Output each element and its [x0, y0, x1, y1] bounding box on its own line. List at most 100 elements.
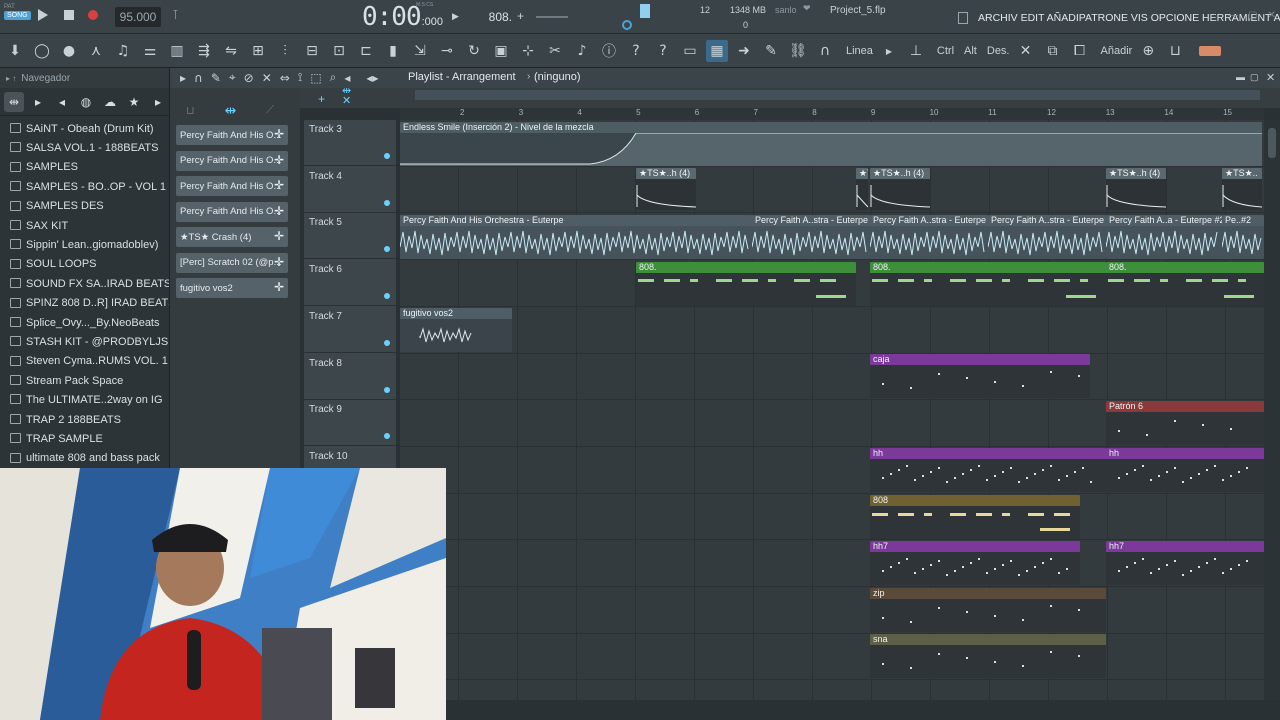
mute-tool-icon[interactable]: ✕: [262, 71, 272, 85]
playlist-clip[interactable]: 808.: [636, 262, 856, 306]
alt-key-label[interactable]: Alt: [964, 45, 977, 57]
slice-tool-icon[interactable]: ⟟: [298, 70, 302, 85]
undo-label[interactable]: Des.: [987, 45, 1010, 57]
browser-arrow-icon[interactable]: ▸ ↑: [6, 74, 16, 83]
tool-icon-14[interactable]: ⊸: [436, 40, 458, 62]
help-icon[interactable]: ?: [625, 40, 647, 62]
playlist-clip[interactable]: Percy Faith A..a - Euterpe #2: [1106, 215, 1222, 259]
track-mute-led[interactable]: [384, 153, 390, 159]
browser-cloud-icon[interactable]: ☁: [100, 92, 120, 112]
playlist-clip[interactable]: ★TS★..h (4): [1106, 168, 1166, 210]
plugin-icon[interactable]: ⊕: [1137, 40, 1159, 62]
multi-select-icon[interactable]: ⇹: [342, 84, 351, 97]
browser-star-icon[interactable]: ★: [124, 92, 144, 112]
browser-folder-item[interactable]: TRAP SAMPLE: [0, 429, 169, 448]
playlist-minimize-button[interactable]: ▬: [1236, 72, 1245, 82]
track-header[interactable]: Track 4: [304, 167, 396, 213]
tool-icon-11[interactable]: ⊏: [355, 40, 377, 62]
picker-item[interactable]: [Perc] Scratch 02 (@p... ✛: [176, 252, 288, 273]
tool-icon-4[interactable]: ▥: [166, 40, 188, 62]
select-tool-icon[interactable]: ⬚: [310, 71, 321, 85]
track-mute-led[interactable]: [384, 433, 390, 440]
delete-tool-icon[interactable]: ⊘: [244, 71, 254, 85]
browser-folder-item[interactable]: SAMPLES: [0, 158, 169, 177]
ctrl-key-label[interactable]: Ctrl: [937, 45, 954, 57]
song-overview-bar[interactable]: [415, 90, 1260, 100]
tool-icon-16[interactable]: ⊹: [517, 40, 539, 62]
picker-tool-2-icon[interactable]: ⇹: [225, 102, 237, 119]
track-mute-led[interactable]: [384, 293, 390, 300]
info-icon[interactable]: ⓘ: [598, 40, 620, 62]
playlist-clip[interactable]: 808: [870, 495, 1080, 539]
question-icon[interactable]: ?: [652, 40, 674, 62]
playlist-clip[interactable]: caja: [870, 354, 1090, 398]
tool-icon-13[interactable]: ⇲: [409, 40, 431, 62]
stop-button[interactable]: [64, 10, 74, 20]
picker-add-icon[interactable]: ✛: [274, 178, 284, 192]
restore-button[interactable]: ▢: [1248, 10, 1257, 21]
browser-folder-item[interactable]: Splice_Ovy..._By.NeoBeats: [0, 313, 169, 332]
track-header[interactable]: Track 6: [304, 260, 396, 307]
pattern-selector[interactable]: 808.: [464, 7, 516, 27]
picker-add-icon[interactable]: ✛: [274, 229, 284, 243]
playlist-close-button[interactable]: ✕: [1266, 71, 1275, 84]
tool-icon-12[interactable]: ▮: [382, 40, 404, 62]
playlist-selection[interactable]: (ninguno): [534, 71, 580, 83]
playlist-arrow-icon[interactable]: ▸: [180, 71, 186, 85]
picker-item[interactable]: Percy Faith And His O... ✛: [176, 201, 288, 222]
browser-folder-item[interactable]: SOUND FX SA..IRAD BEATS: [0, 274, 169, 293]
add-label[interactable]: Añadir: [1101, 45, 1133, 57]
browser-more-icon[interactable]: ▸: [148, 92, 168, 112]
tool-icon-10[interactable]: ⊡: [328, 40, 350, 62]
browser-folder-item[interactable]: Stream Pack Space: [0, 371, 169, 390]
playlist-clip[interactable]: Percy Faith A..stra - Euterpe: [752, 215, 870, 259]
snap-dropdown-icon[interactable]: ▶: [878, 40, 900, 62]
playlist-menu-icon[interactable]: ◂▸: [366, 71, 378, 85]
playlist-clip[interactable]: ★TS★..h (4): [856, 168, 868, 210]
browser-folder-item[interactable]: SALSA VOL.1 - 188BEATS: [0, 138, 169, 157]
add-track-icon[interactable]: +: [318, 92, 325, 106]
browser-folder-item[interactable]: The ULTIMATE..2way on IG: [0, 390, 169, 409]
picker-tool-1-icon[interactable]: ⊔: [186, 104, 195, 117]
browser-all-icon[interactable]: ⇹: [4, 91, 24, 112]
tool-icon-2[interactable]: ♫: [112, 40, 134, 62]
slip-tool-icon[interactable]: ⇔: [280, 71, 290, 85]
timeline-ruler[interactable]: 2 3 4 5 6 7 8 9 10 11 12 13 14 15: [400, 108, 1264, 120]
magnet-icon[interactable]: ∩: [814, 40, 836, 62]
playlist-restore-button[interactable]: ▢: [1250, 72, 1259, 83]
track-mute-led[interactable]: [384, 246, 390, 253]
browser-back-icon[interactable]: ◂: [52, 92, 72, 112]
pat-mode-label[interactable]: PAT: [4, 4, 15, 10]
play-button[interactable]: [36, 8, 50, 22]
tempo-display[interactable]: 95.000: [115, 7, 161, 27]
browser-folder-item[interactable]: SAiNT - Obeah (Drum Kit): [0, 119, 169, 138]
tool-icon-9[interactable]: ⊟: [301, 40, 323, 62]
playlist-clip[interactable]: ★TS★..h (4): [870, 168, 930, 210]
playlist-clip[interactable]: fugitivo vos2: [400, 308, 512, 352]
zoom-tool-icon[interactable]: ⌕: [330, 70, 337, 85]
volume-knob-icon[interactable]: ●: [58, 40, 80, 62]
picker-item[interactable]: Percy Faith And His O... ✛: [176, 125, 288, 145]
browser-folder-item[interactable]: Steven Cyma..RUMS VOL. 1: [0, 352, 169, 371]
picker-item[interactable]: Percy Faith And His O... ✛: [176, 176, 288, 196]
paint-tool-icon[interactable]: ⌖: [229, 70, 236, 85]
playlist-clip[interactable]: hh7: [1106, 541, 1264, 585]
mic-icon[interactable]: ♪: [571, 40, 593, 62]
playlist-clip[interactable]: hh: [870, 448, 1106, 492]
browser-current-icon[interactable]: ▸: [28, 92, 48, 112]
picker-item[interactable]: ★TS★ Crash (4) ✛: [176, 227, 288, 247]
playlist-clip[interactable]: Percy Faith A..stra - Euterpe: [988, 215, 1106, 259]
browser-folder-item[interactable]: STASH KIT - @PRODBYLJS: [0, 332, 169, 351]
picker-add-icon[interactable]: ✛: [274, 204, 284, 218]
record-button[interactable]: [88, 10, 98, 20]
stamp-icon[interactable]: ⊥: [905, 40, 927, 62]
speaker-tool-icon[interactable]: ◂: [344, 71, 350, 85]
piano-icon[interactable]: ▦: [706, 40, 728, 62]
browser-folder-item[interactable]: SAMPLES - BO..OP - VOL 1: [0, 177, 169, 196]
save-icon[interactable]: ▣: [490, 40, 512, 62]
playlist-grid[interactable]: Endless Smile (Inserción 2) - Nivel de l…: [400, 120, 1264, 700]
picker-add-icon[interactable]: ✛: [274, 127, 284, 141]
master-pitch-slider[interactable]: [536, 16, 568, 18]
playlist-clip[interactable]: Patrón 6: [1106, 401, 1264, 445]
track-header[interactable]: Track 7: [304, 307, 396, 353]
